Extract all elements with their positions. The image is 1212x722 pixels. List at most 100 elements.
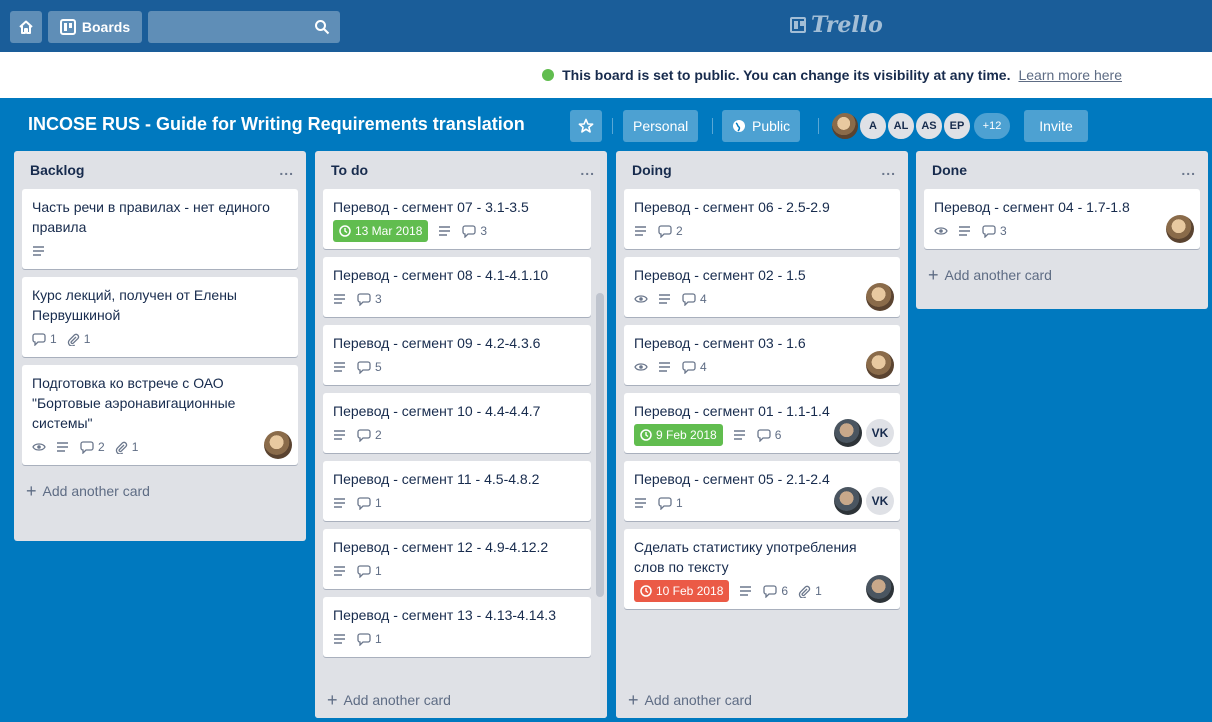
member-avatar[interactable]: VK <box>866 487 894 515</box>
comments-badge: 1 <box>357 493 382 513</box>
visibility-button[interactable]: Public <box>722 110 801 142</box>
card[interactable]: Курс лекций, получен от Елены Первушкино… <box>22 277 298 357</box>
member-avatar[interactable] <box>834 487 862 515</box>
comment-icon <box>357 632 371 646</box>
card-members <box>866 283 894 311</box>
logo-text: Trello <box>811 12 883 38</box>
card-badges <box>32 241 288 261</box>
boards-button[interactable]: Boards <box>48 11 142 43</box>
card[interactable]: Перевод - сегмент 06 - 2.5-2.9 2 <box>624 189 900 249</box>
member-avatar[interactable] <box>866 283 894 311</box>
card[interactable]: Часть речи в правилах - нет единого прав… <box>22 189 298 269</box>
card[interactable]: Перевод - сегмент 05 - 2.1-2.4 1 VK <box>624 461 900 521</box>
separator <box>818 118 819 134</box>
card[interactable]: Подготовка ко встрече с ОАО "Бортовые аэ… <box>22 365 298 465</box>
clock-icon <box>640 585 652 597</box>
description-badge <box>634 497 648 509</box>
card-list: Перевод - сегмент 06 - 2.5-2.9 2 Перевод -… <box>616 189 908 609</box>
member-avatar[interactable]: EP <box>942 111 972 141</box>
card[interactable]: Перевод - сегмент 07 - 3.1-3.5 13 Mar 201… <box>323 189 591 249</box>
comment-icon <box>682 360 696 374</box>
list-title[interactable]: Done <box>932 162 967 178</box>
add-card-button[interactable]: + Add another card <box>14 473 306 509</box>
list-title[interactable]: To do <box>331 162 368 178</box>
comment-icon <box>757 428 771 442</box>
card[interactable]: Перевод - сегмент 04 - 1.7-1.8 3 <box>924 189 1200 249</box>
team-button[interactable]: Personal <box>623 110 699 142</box>
comment-icon <box>357 496 371 510</box>
more-members-button[interactable]: +12 <box>972 111 1012 141</box>
comments-badge: 5 <box>357 357 382 377</box>
member-avatar[interactable]: AS <box>914 111 944 141</box>
member-avatar[interactable] <box>866 351 894 379</box>
list-menu-icon[interactable]: ... <box>279 162 294 178</box>
trello-logo-icon <box>790 17 806 33</box>
card[interactable]: Перевод - сегмент 10 - 4.4-4.4.7 2 <box>323 393 591 453</box>
member-avatar[interactable] <box>866 575 894 603</box>
card[interactable]: Перевод - сегмент 11 - 4.5-4.8.2 1 <box>323 461 591 521</box>
card[interactable]: Перевод - сегмент 02 - 1.5 4 <box>624 257 900 317</box>
add-card-button[interactable]: + Add another card <box>916 257 1208 293</box>
search-icon[interactable] <box>314 19 330 35</box>
watch-eye-icon <box>32 443 46 451</box>
list-menu-icon[interactable]: ... <box>1181 162 1196 178</box>
description-icon <box>33 246 44 256</box>
card[interactable]: Перевод - сегмент 13 - 4.13-4.14.3 1 <box>323 597 591 657</box>
due-date-badge[interactable]: 9 Feb 2018 <box>634 424 723 446</box>
plus-icon: + <box>26 480 37 501</box>
due-date-badge[interactable]: 13 Mar 2018 <box>333 220 429 242</box>
board-title[interactable]: INCOSE RUS - Guide for Writing Requireme… <box>28 114 525 135</box>
card-badges: 21 <box>32 437 288 457</box>
card[interactable]: Перевод - сегмент 01 - 1.1-1.4 9 Feb 2018… <box>624 393 900 453</box>
member-avatar[interactable] <box>834 419 862 447</box>
comment-icon <box>357 292 371 306</box>
list-menu-icon[interactable]: ... <box>580 162 595 178</box>
description-badge <box>733 429 747 441</box>
add-card-button[interactable]: + Add another card <box>315 682 607 718</box>
comment-icon <box>982 224 996 238</box>
star-button[interactable] <box>570 110 602 142</box>
description-icon <box>659 294 670 304</box>
add-card-button[interactable]: + Add another card <box>616 682 908 718</box>
member-avatar[interactable] <box>264 431 292 459</box>
comments-badge: 1 <box>357 561 382 581</box>
learn-more-link[interactable]: Learn more here <box>1018 67 1122 83</box>
list-scrollbar[interactable] <box>596 293 604 597</box>
card-title: Перевод - сегмент 11 - 4.5-4.8.2 <box>333 471 540 487</box>
description-icon <box>334 498 345 508</box>
search-input[interactable] <box>148 11 340 43</box>
description-badge <box>32 245 46 257</box>
top-header: Boards Trello <box>0 0 1212 52</box>
card-badges: 1 <box>333 629 581 649</box>
watch-eye-icon <box>934 227 948 235</box>
card[interactable]: Перевод - сегмент 09 - 4.2-4.3.6 5 <box>323 325 591 385</box>
comments-badge: 1 <box>32 329 57 349</box>
home-button[interactable] <box>10 11 42 43</box>
card-members <box>866 351 894 379</box>
member-avatar[interactable] <box>830 111 860 141</box>
comment-icon <box>462 224 477 238</box>
due-date-badge[interactable]: 10 Feb 2018 <box>634 580 730 602</box>
member-avatar[interactable] <box>1166 215 1194 243</box>
card-badges: 2 <box>333 425 581 445</box>
card[interactable]: Перевод - сегмент 03 - 1.6 4 <box>624 325 900 385</box>
card-title: Перевод - сегмент 07 - 3.1-3.5 <box>333 199 529 215</box>
card[interactable]: Перевод - сегмент 08 - 4.1-4.1.10 3 <box>323 257 591 317</box>
member-avatar[interactable]: VK <box>866 419 894 447</box>
member-avatar[interactable]: AL <box>886 111 916 141</box>
description-badge <box>333 361 347 373</box>
list-menu-icon[interactable]: ... <box>881 162 896 178</box>
card[interactable]: Перевод - сегмент 12 - 4.9-4.12.2 1 <box>323 529 591 589</box>
list-title[interactable]: Doing <box>632 162 672 178</box>
add-card-label: Add another card <box>42 483 150 499</box>
card[interactable]: Сделать статистику употребления слов по … <box>624 529 900 609</box>
description-icon <box>334 634 345 644</box>
trello-logo[interactable]: Trello <box>790 12 883 38</box>
comment-icon <box>357 428 371 442</box>
member-avatar[interactable]: A <box>858 111 888 141</box>
description-icon <box>659 362 670 372</box>
list-title[interactable]: Backlog <box>30 162 84 178</box>
description-badge <box>438 225 452 237</box>
invite-button[interactable]: Invite <box>1024 110 1088 142</box>
card-badges: 3 <box>934 221 1190 241</box>
